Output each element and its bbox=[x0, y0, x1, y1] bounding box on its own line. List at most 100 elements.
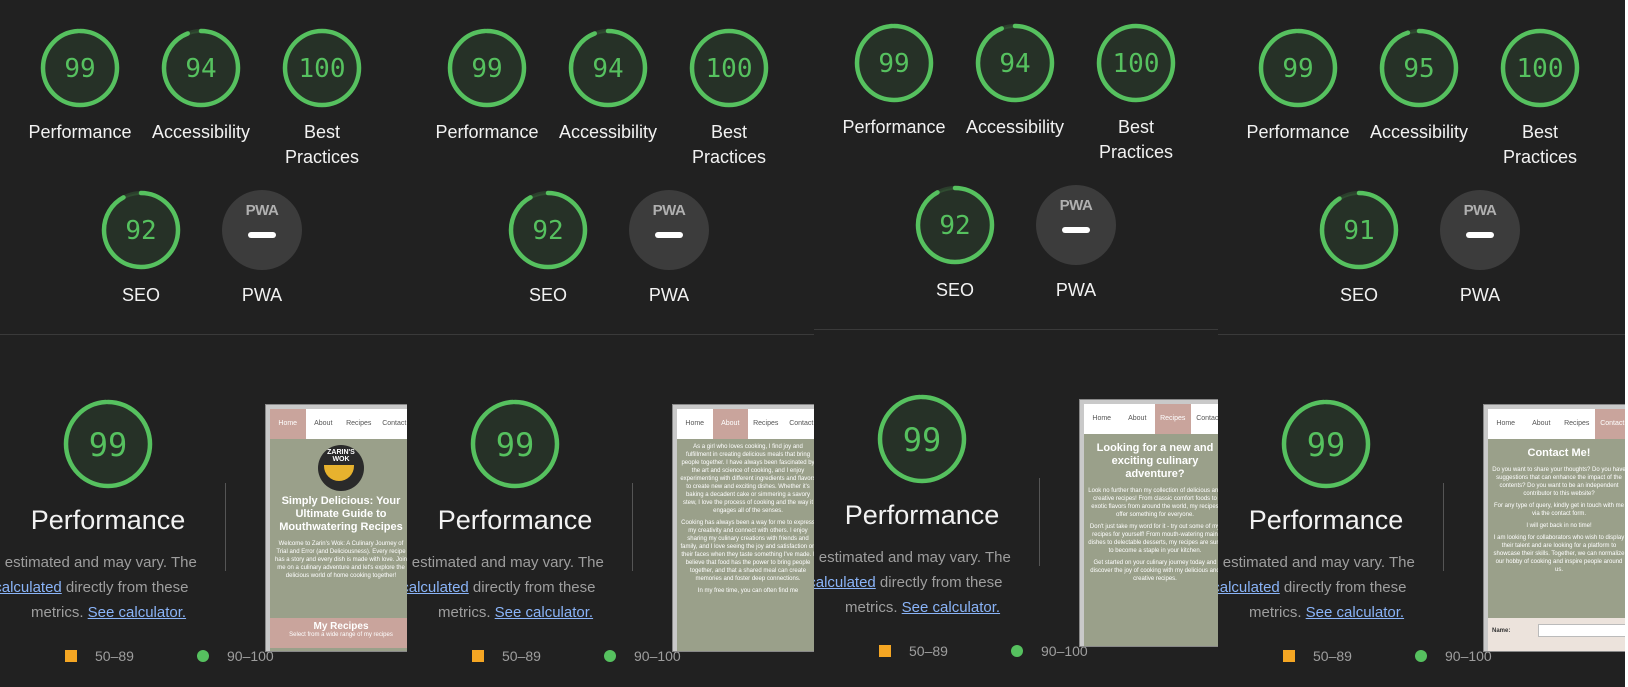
accessibility-gauge[interactable]: 94 bbox=[159, 26, 243, 110]
pwa-badge[interactable]: PWA bbox=[1036, 185, 1116, 265]
thumbnail-paragraph: I am looking for collaborators who wish … bbox=[1493, 535, 1625, 573]
pwa-label[interactable]: PWA bbox=[609, 283, 729, 308]
best-practices-label-line1: Best bbox=[710, 122, 748, 142]
thumbnail-name-input bbox=[1538, 624, 1625, 637]
performance-label[interactable]: Performance bbox=[20, 120, 140, 145]
estimate-note-line3: metrics. See calculator. bbox=[845, 595, 1000, 620]
accessibility-gauge-value: 94 bbox=[999, 49, 1030, 79]
page-screenshot-thumbnail[interactable]: Home About Recipes Contact As a girl who lov… bbox=[672, 404, 815, 652]
estimate-note-text-3: metrics. bbox=[845, 599, 902, 616]
performance-gauge[interactable]: 99 bbox=[445, 26, 529, 110]
pass-legend-circle-icon bbox=[197, 650, 209, 662]
estimate-note-text: Values are estimated and may vary. The bbox=[0, 554, 197, 571]
section-divider bbox=[814, 329, 1222, 330]
seo-gauge[interactable]: 92 bbox=[913, 183, 997, 267]
estimate-note-line1: Values are estimated and may vary. The bbox=[814, 545, 1011, 570]
thumbnail-nav-item: Recipes bbox=[1564, 420, 1590, 427]
accessibility-gauge[interactable]: 94 bbox=[566, 26, 650, 110]
performance-heading: Performance bbox=[30, 505, 186, 535]
seo-gauge[interactable]: 91 bbox=[1317, 188, 1401, 272]
estimate-note-text: Values are estimated and may vary. The bbox=[1218, 554, 1415, 571]
performance-gauge[interactable]: 99 bbox=[852, 21, 936, 105]
pwa-badge-text: PWA bbox=[1463, 202, 1497, 219]
thumbnail-nav-item: About bbox=[1532, 420, 1551, 427]
seo-gauge[interactable]: 92 bbox=[506, 188, 590, 272]
pass-legend-circle-icon bbox=[1011, 645, 1023, 657]
see-calculator-link[interactable]: See calculator. bbox=[902, 599, 1000, 616]
best-practices-label[interactable]: Best Practices bbox=[1480, 120, 1600, 170]
estimate-note-text: Values are estimated and may vary. The bbox=[407, 554, 604, 571]
average-legend-label: 50–89 bbox=[95, 648, 134, 664]
thumbnail-nav-item: Home bbox=[270, 409, 306, 439]
best-practices-gauge[interactable]: 100 bbox=[280, 26, 364, 110]
pwa-label[interactable]: PWA bbox=[1016, 278, 1136, 303]
report-panel-4: 99 95 100 91 Performance Accessibility Best Pra… bbox=[1218, 0, 1625, 687]
report-panel-3: 99 94 100 92 Performance Accessibility Best Pra… bbox=[814, 0, 1222, 687]
performance-big-gauge-value: 99 bbox=[89, 426, 128, 464]
see-calculator-link[interactable]: See calculator. bbox=[88, 604, 186, 621]
accessibility-gauge-value: 94 bbox=[185, 54, 216, 84]
performance-big-gauge[interactable]: 99 bbox=[1279, 397, 1373, 491]
thumbnail-nav-item: Contact bbox=[382, 420, 407, 427]
seo-label[interactable]: SEO bbox=[1299, 283, 1419, 308]
best-practices-gauge[interactable]: 100 bbox=[1498, 26, 1582, 110]
accessibility-label[interactable]: Accessibility bbox=[1359, 120, 1479, 145]
best-practices-label[interactable]: Best Practices bbox=[262, 120, 382, 170]
best-practices-label[interactable]: Best Practices bbox=[1076, 115, 1196, 165]
performance-label[interactable]: Performance bbox=[1238, 120, 1358, 145]
estimate-note-text-3: metrics. bbox=[438, 604, 495, 621]
best-practices-label[interactable]: Best Practices bbox=[669, 120, 789, 170]
report-panel-1: 99 94 100 92 Performance Accessibility Best Pra… bbox=[0, 0, 408, 687]
performance-label[interactable]: Performance bbox=[427, 120, 547, 145]
performance-gauge[interactable]: 99 bbox=[1256, 26, 1340, 110]
page-screenshot-thumbnail[interactable]: Home About Recipes Contact Looking for a new… bbox=[1079, 399, 1222, 647]
estimate-note-text-3: metrics. bbox=[31, 604, 88, 621]
accessibility-gauge[interactable]: 95 bbox=[1377, 26, 1461, 110]
average-legend-label: 50–89 bbox=[1313, 648, 1352, 664]
page-screenshot-thumbnail[interactable]: Home About Recipes Contact Contact Me! Do you… bbox=[1483, 404, 1625, 652]
thumbnail-paragraph: Do you want to share your thoughts? Do y… bbox=[1492, 467, 1625, 497]
see-calculator-link[interactable]: See calculator. bbox=[495, 604, 593, 621]
pwa-badge[interactable]: PWA bbox=[1440, 190, 1520, 270]
pwa-label[interactable]: PWA bbox=[1420, 283, 1540, 308]
performance-big-gauge[interactable]: 99 bbox=[875, 392, 969, 486]
accessibility-label[interactable]: Accessibility bbox=[141, 120, 261, 145]
performance-big-gauge[interactable]: 99 bbox=[468, 397, 562, 491]
wok-icon bbox=[324, 465, 354, 481]
best-practices-gauge[interactable]: 100 bbox=[1094, 21, 1178, 105]
pwa-badge[interactable]: PWA bbox=[222, 190, 302, 270]
score-calculation-link[interactable]: performance score is calculated bbox=[407, 579, 469, 596]
performance-big-gauge[interactable]: 99 bbox=[61, 397, 155, 491]
seo-label[interactable]: SEO bbox=[895, 278, 1015, 303]
accessibility-label[interactable]: Accessibility bbox=[955, 115, 1075, 140]
best-practices-gauge-value: 100 bbox=[1113, 49, 1160, 79]
section-divider bbox=[407, 334, 815, 335]
pwa-label[interactable]: PWA bbox=[202, 283, 322, 308]
average-legend-square-icon bbox=[879, 645, 891, 657]
best-practices-gauge[interactable]: 100 bbox=[687, 26, 771, 110]
seo-gauge-value: 92 bbox=[125, 216, 156, 246]
thumbnail-paragraph: In my free time, you can often find me bbox=[697, 588, 799, 594]
thumbnail-navbar: Home About Recipes Contact bbox=[270, 409, 408, 439]
thumbnail-nav-item: Recipes bbox=[346, 420, 372, 427]
thumbnail-footer-title: My Recipes bbox=[313, 621, 369, 632]
accessibility-label[interactable]: Accessibility bbox=[548, 120, 668, 145]
performance-heading: Performance bbox=[1248, 505, 1404, 535]
performance-gauge-value: 99 bbox=[878, 49, 909, 79]
accessibility-gauge[interactable]: 94 bbox=[973, 21, 1057, 105]
seo-label[interactable]: SEO bbox=[81, 283, 201, 308]
score-calculation-link[interactable]: performance score is calculated bbox=[0, 579, 62, 596]
performance-label[interactable]: Performance bbox=[834, 115, 954, 140]
performance-big-gauge-value: 99 bbox=[496, 426, 535, 464]
see-calculator-link[interactable]: See calculator. bbox=[1306, 604, 1404, 621]
performance-gauge[interactable]: 99 bbox=[38, 26, 122, 110]
seo-gauge[interactable]: 92 bbox=[99, 188, 183, 272]
thumbnail-paragraph: I will get back in no time! bbox=[1526, 523, 1592, 529]
vertical-separator bbox=[225, 483, 226, 571]
score-calculation-link[interactable]: performance score is calculated bbox=[1218, 579, 1280, 596]
pwa-badge[interactable]: PWA bbox=[629, 190, 709, 270]
score-calculation-link[interactable]: performance score is calculated bbox=[814, 574, 876, 591]
seo-label[interactable]: SEO bbox=[488, 283, 608, 308]
page-screenshot-thumbnail[interactable]: Home About Recipes Contact ZARIN'S WOK Simply… bbox=[265, 404, 408, 652]
thumbnail-nav-item: About bbox=[314, 420, 333, 427]
